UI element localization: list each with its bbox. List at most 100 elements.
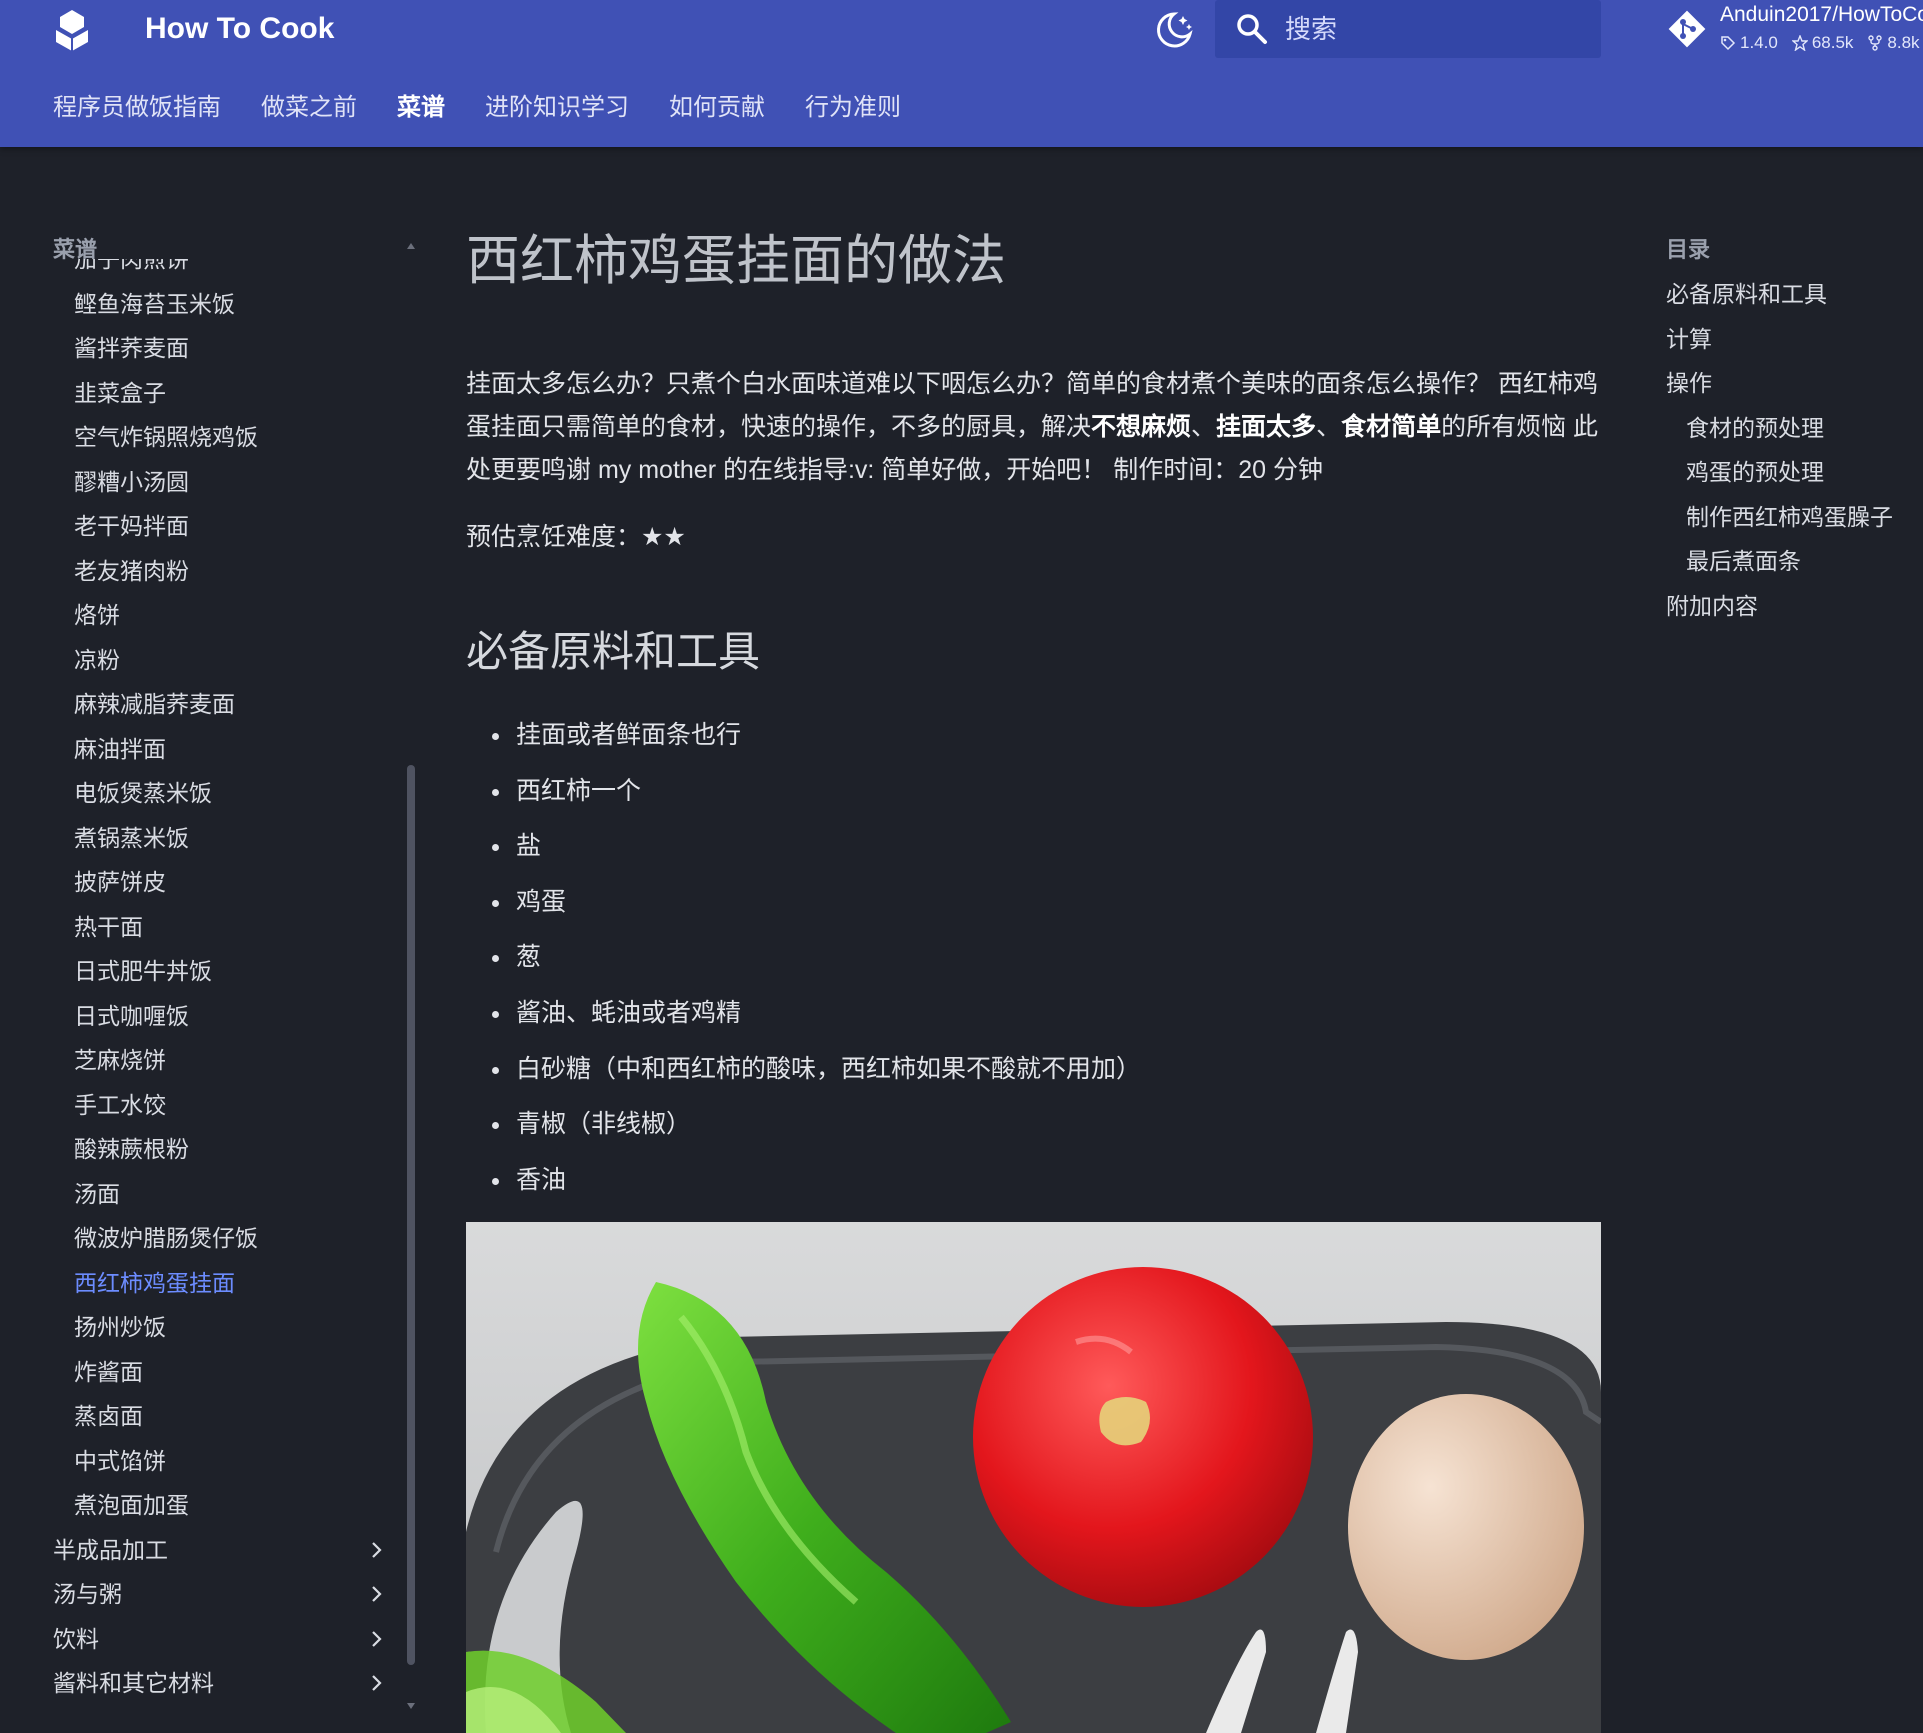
- tab-recipes[interactable]: 菜谱: [397, 90, 445, 126]
- toc-item[interactable]: 附加内容: [1666, 591, 1758, 621]
- chevron-right-icon: [372, 1586, 382, 1602]
- star-icon: [1791, 35, 1808, 51]
- tab-how-to-contribute[interactable]: 如何贡献: [669, 90, 765, 126]
- sidebar-item[interactable]: 茄子肉煎饼: [0, 259, 400, 282]
- list-item: 盐: [486, 819, 1141, 875]
- toc-subitem[interactable]: 最后煮面条: [1686, 546, 1801, 576]
- intro-separator: 、: [1191, 413, 1217, 441]
- difficulty-rating: 预估烹饪难度：★★: [466, 523, 686, 551]
- sidebar-item[interactable]: 鲣鱼海苔玉米饭: [0, 282, 400, 327]
- sidebar-scrollbar-thumb[interactable]: [407, 765, 415, 1665]
- book-logo-icon[interactable]: [52, 8, 92, 52]
- sidebar-item[interactable]: 蒸卤面: [0, 1394, 400, 1439]
- sidebar-section-semi-finished[interactable]: 半成品加工: [0, 1528, 400, 1573]
- intro-bold-text: 挂面太多: [1216, 413, 1317, 441]
- sidebar-item[interactable]: 扬州炒饭: [0, 1305, 400, 1350]
- sidebar-section-label: 半成品加工: [53, 1536, 168, 1563]
- sidebar-item[interactable]: 日式肥牛丼饭: [0, 949, 400, 994]
- ingredient-list: 挂面或者鲜面条也行 西红柿一个 盐 鸡蛋 葱 酱油、蚝油或者鸡精 白砂糖（中和西…: [486, 708, 1141, 1208]
- section-heading-ingredients: 必备原料和工具: [466, 628, 761, 675]
- list-item: 鸡蛋: [486, 875, 1141, 931]
- intro-paragraph: 挂面太多怎么办？只煮个白水面味道难以下咽怎么办？简单的食材煮个美味的面条怎么操作…: [466, 363, 1601, 492]
- scroll-up-arrow-icon[interactable]: [406, 240, 416, 252]
- sidebar-item[interactable]: 电饭煲蒸米饭: [0, 771, 400, 816]
- sidebar-item[interactable]: 披萨饼皮: [0, 860, 400, 905]
- chevron-right-icon: [372, 1630, 382, 1647]
- tab-programmer-guide[interactable]: 程序员做饭指南: [53, 90, 221, 126]
- git-icon: [1668, 10, 1706, 48]
- intro-bold-text: 不想麻烦: [1091, 413, 1192, 441]
- sidebar-item[interactable]: 煮泡面加蛋: [0, 1483, 400, 1528]
- repo-stars: 68.5k: [1791, 32, 1853, 54]
- sidebar-item[interactable]: 日式咖喱饭: [0, 994, 400, 1039]
- search-box[interactable]: [1215, 0, 1601, 58]
- sidebar-item[interactable]: 麻辣减脂荞麦面: [0, 682, 400, 727]
- toc-title: 目录: [1666, 237, 1711, 262]
- sidebar-section-label: 酱料和其它材料: [53, 1670, 214, 1696]
- tag-icon: [1721, 36, 1736, 51]
- sidebar-item[interactable]: 酱拌荞麦面: [0, 326, 400, 371]
- site-title[interactable]: How To Cook: [145, 10, 334, 48]
- sidebar-item[interactable]: 烙饼: [0, 593, 400, 638]
- toc-subitem[interactable]: 鸡蛋的预处理: [1686, 457, 1824, 487]
- header-tabs: 程序员做饭指南 做菜之前 菜谱 进阶知识学习 如何贡献 行为准则: [53, 90, 901, 126]
- toc-item[interactable]: 操作: [1666, 368, 1712, 398]
- list-item: 香油: [486, 1153, 1141, 1209]
- intro-bold-text: 食材简单: [1341, 413, 1442, 441]
- sidebar-nav-inner: 茄子肉煎饼 鲣鱼海苔玉米饭 酱拌荞麦面 韭菜盒子 空气炸锅照烧鸡饭 醪糟小汤圆 …: [0, 259, 400, 1706]
- sidebar-item[interactable]: 老友猪肉粉: [0, 549, 400, 594]
- sidebar-item[interactable]: 麻油拌面: [0, 727, 400, 772]
- fork-icon: [1868, 35, 1883, 51]
- page-title: 西红柿鸡蛋挂面的做法: [466, 231, 1006, 291]
- repo-version-value: 1.4.0: [1740, 33, 1778, 52]
- toc-subitem[interactable]: 制作西红柿鸡蛋臊子: [1686, 502, 1893, 532]
- sidebar-section-drinks[interactable]: 饮料: [0, 1617, 400, 1662]
- tab-advanced-learning[interactable]: 进阶知识学习: [485, 90, 629, 126]
- top-header: How To Cook Anduin2017/HowToCook 1.4.0: [0, 0, 1923, 147]
- sidebar-item[interactable]: 炸酱面: [0, 1350, 400, 1395]
- repo-link[interactable]: Anduin2017/HowToCook 1.4.0 68.5k 8.8k: [1660, 2, 1923, 58]
- intro-separator: 、: [1316, 413, 1342, 441]
- sidebar-item[interactable]: 空气炸锅照烧鸡饭: [0, 415, 400, 460]
- sidebar-section-soup-porridge[interactable]: 汤与粥: [0, 1572, 400, 1617]
- repo-version: 1.4.0: [1720, 32, 1778, 54]
- list-item: 葱: [486, 930, 1141, 986]
- repo-forks: 8.8k: [1867, 32, 1920, 54]
- dark-mode-toggle-icon[interactable]: [1152, 8, 1196, 52]
- sidebar-item[interactable]: 手工水饺: [0, 1083, 400, 1128]
- chevron-right-icon: [372, 1675, 382, 1691]
- toc-item[interactable]: 计算: [1666, 324, 1712, 354]
- tab-before-cooking[interactable]: 做菜之前: [261, 90, 357, 126]
- tab-code-of-conduct[interactable]: 行为准则: [805, 90, 901, 126]
- sidebar-section-label: 饮料: [53, 1625, 99, 1652]
- left-sidebar: 菜谱 茄子肉煎饼 鲣鱼海苔玉米饭 酱拌荞麦面 韭菜盒子 空气炸锅照烧鸡饭 醪糟小…: [0, 147, 420, 1733]
- sidebar-item[interactable]: 芝麻烧饼: [0, 1038, 400, 1083]
- chevron-right-icon: [372, 1541, 382, 1558]
- repo-name: Anduin2017/HowToCook: [1720, 3, 1923, 26]
- sidebar-item[interactable]: 热干面: [0, 905, 400, 950]
- toc-item[interactable]: 必备原料和工具: [1666, 279, 1827, 309]
- sidebar-item[interactable]: 凉粉: [0, 638, 400, 683]
- toc-subitem[interactable]: 食材的预处理: [1686, 413, 1824, 443]
- list-item: 酱油、蚝油或者鸡精: [486, 986, 1141, 1042]
- repo-facts: 1.4.0 68.5k 8.8k: [1720, 32, 1920, 54]
- sidebar-item[interactable]: 酸辣蕨根粉: [0, 1127, 400, 1172]
- sidebar-item[interactable]: 汤面: [0, 1172, 400, 1217]
- search-input[interactable]: [1285, 0, 1585, 58]
- sidebar-section-sauces[interactable]: 酱料和其它材料: [0, 1661, 400, 1706]
- scroll-down-arrow-icon[interactable]: [406, 1700, 416, 1712]
- sidebar-item[interactable]: 韭菜盒子: [0, 371, 400, 416]
- list-item: 青椒（非线椒）: [486, 1097, 1141, 1153]
- list-item: 白砂糖（中和西红柿的酸味，西红柿如果不酸就不用加）: [486, 1042, 1141, 1098]
- sidebar-nav: 茄子肉煎饼 鲣鱼海苔玉米饭 酱拌荞麦面 韭菜盒子 空气炸锅照烧鸡饭 醪糟小汤圆 …: [0, 259, 400, 1733]
- search-icon: [1237, 14, 1267, 44]
- sidebar-section-label: 汤与粥: [53, 1581, 122, 1607]
- sidebar-item[interactable]: 醪糟小汤圆: [0, 460, 400, 505]
- list-item: 挂面或者鲜面条也行: [486, 708, 1141, 764]
- sidebar-item[interactable]: 微波炉腊肠煲仔饭: [0, 1216, 400, 1261]
- sidebar-item-active[interactable]: 西红柿鸡蛋挂面: [0, 1261, 400, 1306]
- sidebar-item[interactable]: 中式馅饼: [0, 1439, 400, 1484]
- sidebar-item[interactable]: 煮锅蒸米饭: [0, 816, 400, 861]
- sidebar-item[interactable]: 老干妈拌面: [0, 504, 400, 549]
- repo-forks-value: 8.8k: [1887, 33, 1920, 52]
